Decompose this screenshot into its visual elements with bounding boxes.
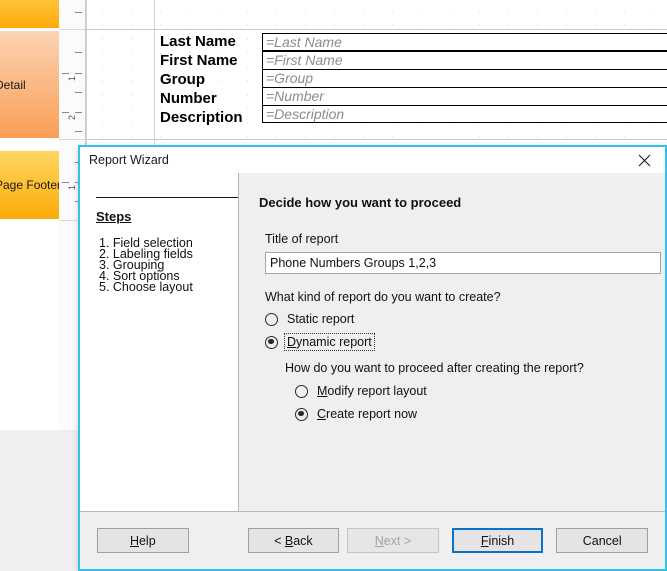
content-heading: Decide how you want to proceed <box>259 195 462 210</box>
back-button[interactable]: < Back <box>247 528 340 553</box>
radio-modify-report-layout[interactable]: Modify report layout <box>295 383 665 399</box>
close-icon[interactable] <box>623 147 665 173</box>
ruler-tick <box>75 92 82 93</box>
ruler-tick <box>62 182 69 183</box>
ruler-separator <box>59 29 85 30</box>
radio-static-report[interactable]: Static report <box>265 311 665 327</box>
field-label[interactable]: Number <box>160 89 243 108</box>
ruler-tick <box>75 73 82 74</box>
dialog-button-bar: Help < Back Next > Finish Cancel <box>80 511 665 569</box>
ruler-number: 2 <box>67 114 77 120</box>
ruler-tick <box>75 131 82 132</box>
field-expression-box[interactable]: =Last Name <box>262 33 667 51</box>
steps-list: 1. Field selection 2. Labeling fields 3.… <box>99 236 193 305</box>
report-field-labels[interactable]: Last Name First Name Group Number Descri… <box>160 32 243 127</box>
report-field-expressions[interactable]: =Last Name =First Name =Group =Number =D… <box>262 33 667 123</box>
next-button: Next > <box>347 528 439 553</box>
field-label[interactable]: Group <box>160 70 243 89</box>
band-label-page-footer-text: Page Footer <box>0 178 59 192</box>
radio-label-modify-report-layout[interactable]: Modify report layout <box>315 383 429 399</box>
radio-label-create-report-now[interactable]: Create report now <box>315 406 419 422</box>
steps-panel: Steps 1. Field selection 2. Labeling fie… <box>80 173 239 511</box>
ruler-tick <box>75 112 82 113</box>
field-expression-box[interactable]: =First Name <box>262 51 667 69</box>
radio-create-report-now[interactable]: Create report now <box>295 406 665 422</box>
dialog-titlebar[interactable]: Report Wizard <box>80 147 665 173</box>
cancel-button[interactable]: Cancel <box>556 528 648 553</box>
radio-icon-dynamic-report[interactable] <box>265 335 278 349</box>
radio-label-static-report[interactable]: Static report <box>285 311 356 327</box>
ruler-tick <box>75 52 82 53</box>
field-label[interactable]: Description <box>160 108 243 127</box>
band-divider <box>86 29 667 30</box>
field-expression-box[interactable]: =Group <box>262 69 667 87</box>
dialog-body: Steps 1. Field selection 2. Labeling fie… <box>80 173 665 511</box>
radio-icon-static-report[interactable] <box>265 312 278 326</box>
band-label-detail-text: Detail <box>0 77 26 92</box>
ruler-tick <box>75 12 82 13</box>
content-panel: Decide how you want to proceed Title of … <box>239 173 665 511</box>
ruler-separator <box>59 139 85 140</box>
report-type-question: What kind of report do you want to creat… <box>265 290 501 304</box>
radio-label-dynamic-report[interactable]: Dynamic report <box>284 333 375 351</box>
help-button[interactable]: Help <box>97 528 189 553</box>
dialog-title: Report Wizard <box>89 153 169 167</box>
proceed-question: How do you want to proceed after creatin… <box>285 361 584 375</box>
band-label-detail[interactable]: Detail <box>0 31 59 138</box>
field-expression-box[interactable]: =Number <box>262 87 667 105</box>
ruler-tick <box>62 73 69 74</box>
band-divider <box>86 139 667 140</box>
title-field-label: Title of report <box>265 232 339 246</box>
radio-icon-modify-report-layout[interactable] <box>295 384 308 398</box>
ruler-tick <box>62 112 69 113</box>
ruler-number: 1 <box>67 184 77 190</box>
steps-heading-text: Steps <box>96 209 132 224</box>
field-label[interactable]: First Name <box>160 51 243 70</box>
radio-dynamic-report[interactable]: Dynamic report <box>265 333 665 351</box>
band-label-top[interactable] <box>0 0 59 28</box>
finish-button[interactable]: Finish <box>451 528 544 553</box>
report-wizard-dialog: Report Wizard Steps 1. Field selection 2… <box>78 145 667 571</box>
ruler-number: 1 <box>67 75 77 81</box>
report-title-input[interactable] <box>265 252 661 274</box>
band-label-page-footer[interactable]: Page Footer <box>0 151 59 219</box>
radio-icon-create-report-now[interactable] <box>295 407 308 421</box>
field-label[interactable]: Last Name <box>160 32 243 51</box>
field-expression-box[interactable]: =Description <box>262 105 667 123</box>
steps-heading: Steps <box>96 197 238 226</box>
